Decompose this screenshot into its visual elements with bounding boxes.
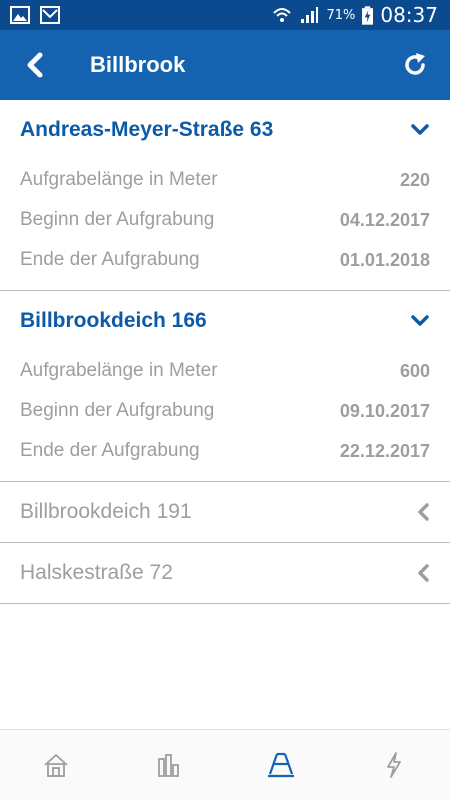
- construction-section: Andreas-Meyer-Straße 63 Aufgrabelänge in…: [0, 100, 450, 291]
- back-button[interactable]: [0, 30, 70, 100]
- section-title: Halskestraße 72: [20, 561, 173, 584]
- page-title: Billbrook: [90, 52, 186, 77]
- detail-label: Aufgrabelänge in Meter: [20, 169, 218, 190]
- section-details: Aufgrabelänge in Meter 600 Beginn der Au…: [0, 351, 450, 481]
- chart-icon: [157, 754, 179, 777]
- chevron-down-icon: [411, 124, 429, 135]
- home-icon: [44, 754, 68, 777]
- detail-row-length: Aufgrabelänge in Meter 600: [0, 351, 450, 391]
- detail-row-length: Aufgrabelänge in Meter 220: [0, 160, 450, 200]
- battery-charging-icon: [362, 5, 374, 25]
- chevron-down-icon: [411, 315, 429, 326]
- mail-icon: [40, 6, 60, 24]
- detail-label: Beginn der Aufgrabung: [20, 209, 215, 230]
- lightning-icon: [386, 752, 401, 778]
- detail-value: 22.12.2017: [339, 440, 430, 461]
- section-header[interactable]: Billbrookdeich 191: [0, 482, 450, 542]
- app-bar: Billbrook: [0, 30, 450, 100]
- refresh-button[interactable]: [380, 30, 450, 100]
- chevron-left-icon: [418, 564, 429, 582]
- detail-value: 09.10.2017: [339, 400, 430, 421]
- section-title: Billbrookdeich 166: [20, 309, 207, 332]
- detail-value: 600: [399, 360, 430, 381]
- gallery-icon: [10, 6, 30, 24]
- construction-section: Billbrookdeich 191: [0, 482, 450, 543]
- wifi-icon: [273, 8, 292, 22]
- status-system: 71% 08:37: [272, 3, 438, 27]
- detail-label: Ende der Aufgrabung: [20, 440, 200, 461]
- detail-label: Ende der Aufgrabung: [20, 249, 200, 270]
- nav-energy[interactable]: [364, 735, 424, 795]
- road-icon: [268, 752, 295, 778]
- construction-section: Halskestraße 72: [0, 543, 450, 604]
- section-details: Aufgrabelänge in Meter 220 Beginn der Au…: [0, 160, 450, 290]
- refresh-icon: [405, 53, 425, 75]
- battery-percent: 71%: [326, 7, 356, 23]
- clock: 08:37: [380, 3, 438, 27]
- detail-value: 04.12.2017: [339, 209, 430, 230]
- nav-home[interactable]: [26, 735, 86, 795]
- detail-row-end: Ende der Aufgrabung 01.01.2018: [0, 240, 450, 280]
- construction-list: Andreas-Meyer-Straße 63 Aufgrabelänge in…: [0, 100, 450, 604]
- section-header[interactable]: Halskestraße 72: [0, 543, 450, 603]
- nav-statistics[interactable]: [139, 735, 199, 795]
- status-bar: 71% 08:37: [0, 0, 450, 30]
- section-header[interactable]: Billbrookdeich 166: [0, 291, 450, 351]
- signal-icon: [301, 7, 319, 23]
- detail-value: 220: [399, 169, 430, 190]
- section-header[interactable]: Andreas-Meyer-Straße 63: [0, 100, 450, 160]
- construction-section: Billbrookdeich 166 Aufgrabelänge in Mete…: [0, 291, 450, 482]
- detail-value: 01.01.2018: [339, 249, 430, 270]
- detail-row-start: Beginn der Aufgrabung 09.10.2017: [0, 391, 450, 431]
- nav-construction[interactable]: [251, 735, 311, 795]
- chevron-left-icon: [418, 503, 429, 521]
- section-title: Andreas-Meyer-Straße 63: [20, 118, 274, 141]
- detail-row-start: Beginn der Aufgrabung 04.12.2017: [0, 200, 450, 240]
- chevron-left-icon: [27, 52, 43, 78]
- detail-label: Aufgrabelänge in Meter: [20, 360, 218, 381]
- bottom-navigation: [0, 729, 450, 800]
- detail-label: Beginn der Aufgrabung: [20, 400, 215, 421]
- section-title: Billbrookdeich 191: [20, 500, 192, 523]
- detail-row-end: Ende der Aufgrabung 22.12.2017: [0, 431, 450, 471]
- status-notifications: [10, 6, 60, 24]
